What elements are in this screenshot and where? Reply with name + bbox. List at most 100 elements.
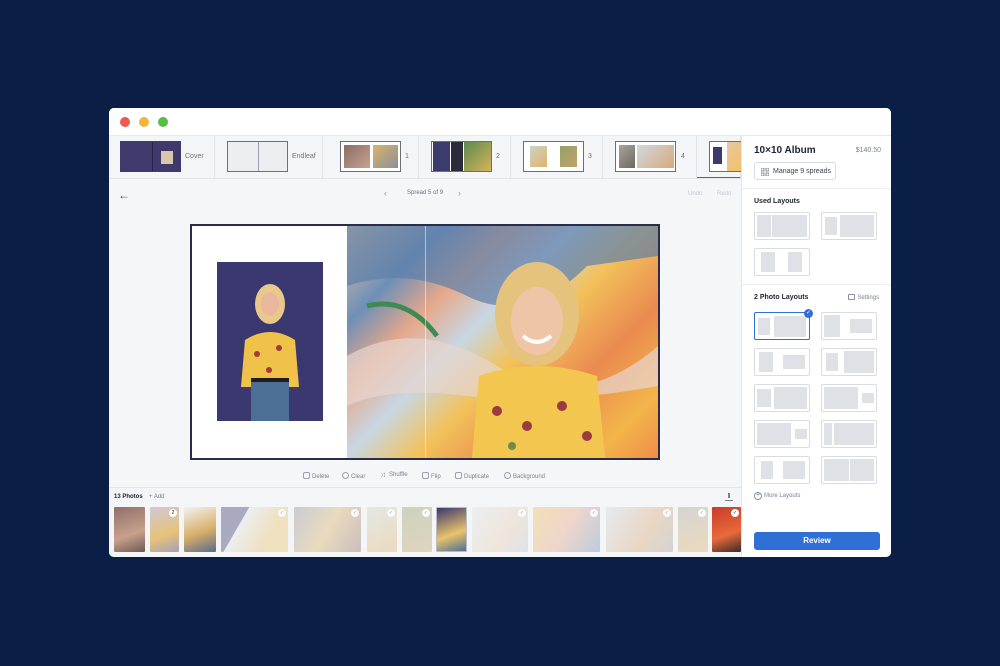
upload-icon[interactable] xyxy=(725,493,733,501)
photo-layout-option[interactable] xyxy=(821,348,877,376)
spread-label: Endleaf xyxy=(292,153,316,160)
spread-3[interactable]: 3 xyxy=(511,136,603,178)
chevron-left-icon[interactable]: ‹ xyxy=(384,188,387,198)
photo-layout-option[interactable] xyxy=(754,384,810,412)
more-layouts-label: More Layouts xyxy=(764,493,801,499)
clear-icon xyxy=(342,472,349,479)
divider xyxy=(742,284,891,285)
photo-layout-option[interactable] xyxy=(754,420,810,448)
layout-panel: 10×10 Album $140.50 Manage 9 spreads Use… xyxy=(741,136,891,557)
tray-photo[interactable]: ✓ xyxy=(606,507,673,552)
used-layout-option[interactable] xyxy=(821,212,877,240)
flip-button[interactable]: Flip xyxy=(422,472,441,480)
smiling-portrait-photo xyxy=(347,226,658,458)
tray-photo[interactable]: 2 xyxy=(150,507,179,552)
photo-layout-option[interactable] xyxy=(821,384,877,412)
spread-2-thumbnail xyxy=(431,141,492,172)
spread-label: Cover xyxy=(185,153,204,160)
tray-photo[interactable]: ✓ xyxy=(533,507,600,552)
zoom-window-button[interactable] xyxy=(158,117,168,127)
flip-label: Flip xyxy=(431,474,441,480)
photo-layout-option[interactable] xyxy=(821,456,877,484)
spread-4-thumbnail xyxy=(615,141,676,172)
duplicate-button[interactable]: Duplicate xyxy=(455,472,489,480)
spread-label: 3 xyxy=(588,153,592,160)
left-photo-frame[interactable] xyxy=(217,262,323,421)
close-window-button[interactable] xyxy=(120,117,130,127)
spread-strip: Cover Endleaf 1 2 3 4 xyxy=(109,136,741,179)
add-label: Add xyxy=(153,494,165,500)
back-arrow-icon[interactable]: ← xyxy=(118,188,130,202)
tray-photo[interactable] xyxy=(184,507,216,552)
shuffle-icon: ⤨ xyxy=(380,473,385,479)
divider xyxy=(742,188,891,189)
clear-button[interactable]: Clear xyxy=(342,472,365,480)
photo-toolbar: Delete Clear ⤨ Shuffle Flip Duplicate Bac… xyxy=(109,470,741,484)
album-title: 10×10 Album xyxy=(754,145,816,156)
spread-endleaf[interactable]: Endleaf xyxy=(215,136,323,178)
chevron-right-icon[interactable]: › xyxy=(458,188,461,198)
editor-nav: ← ‹ Spread 5 of 9 › Undo Redo xyxy=(109,179,741,209)
spread-1[interactable]: 1 xyxy=(323,136,419,178)
check-icon: ✓ xyxy=(731,509,739,517)
tray-photo[interactable]: ✓ xyxy=(294,507,361,552)
photo-layout-option-selected[interactable]: ✓ xyxy=(754,309,813,340)
tray-photo[interactable]: ✓ xyxy=(472,507,528,552)
check-icon: ✓ xyxy=(351,509,359,517)
check-icon: ✓ xyxy=(387,509,395,517)
check-icon: ✓ xyxy=(278,509,286,517)
background-button[interactable]: Background xyxy=(504,472,545,480)
photo-layouts-title: 2 Photo Layouts xyxy=(754,294,809,301)
spread-cover[interactable]: Cover xyxy=(109,136,215,178)
photo-layout-option[interactable] xyxy=(754,456,810,484)
used-layouts-title: Used Layouts xyxy=(754,198,800,205)
delete-label: Delete xyxy=(312,474,330,480)
minimize-window-button[interactable] xyxy=(139,117,149,127)
spread-2[interactable]: 2 xyxy=(419,136,511,178)
settings-label: Settings xyxy=(857,295,879,301)
tray-photo[interactable]: ✓ xyxy=(712,507,741,552)
spread-label: 4 xyxy=(681,153,685,160)
used-layout-option[interactable] xyxy=(754,212,810,240)
review-button[interactable]: Review xyxy=(754,532,880,550)
layout-settings-button[interactable]: Settings xyxy=(848,294,879,301)
portrait-photo xyxy=(217,262,323,421)
check-icon: ✓ xyxy=(698,509,706,517)
photo-layout-option[interactable] xyxy=(821,420,877,448)
spread-5-thumbnail xyxy=(709,141,741,172)
shuffle-button[interactable]: ⤨ Shuffle xyxy=(380,472,408,480)
usage-badge: 2 xyxy=(169,509,177,517)
app-window: Cover Endleaf 1 2 3 4 ← ‹ Spread 5 of 9 … xyxy=(109,108,891,557)
delete-button[interactable]: Delete xyxy=(303,472,329,480)
plus-icon: + xyxy=(754,492,762,500)
tray-photo[interactable] xyxy=(114,507,145,552)
background-label: Background xyxy=(513,474,546,480)
more-layouts-button[interactable]: + More Layouts xyxy=(754,492,800,500)
background-icon xyxy=(504,472,511,479)
used-layout-option[interactable] xyxy=(754,248,810,276)
grid-icon xyxy=(761,168,769,176)
tray-photo[interactable] xyxy=(436,507,467,552)
add-photos-button[interactable]: + Add xyxy=(149,494,165,500)
tray-photo[interactable]: ✓ xyxy=(367,507,397,552)
check-icon: ✓ xyxy=(590,509,598,517)
photos-count: 13 Photos xyxy=(114,494,143,500)
spread-label: 1 xyxy=(405,153,409,160)
tray-photo[interactable]: ✓ xyxy=(402,507,432,552)
check-icon: ✓ xyxy=(804,309,813,318)
tray-photo[interactable]: ✓ xyxy=(221,507,288,552)
shuffle-label: Shuffle xyxy=(389,472,408,478)
spread-4[interactable]: 4 xyxy=(603,136,697,178)
spread-cover-thumbnail xyxy=(120,141,181,172)
photo-layout-option[interactable] xyxy=(754,348,810,376)
photo-layout-option[interactable] xyxy=(821,312,877,340)
photo-tray: 13 Photos + Add 2 ✓ ✓ ✓ ✓ ✓ ✓ ✓ ✓ ✓ xyxy=(109,487,741,557)
spread-5-current[interactable] xyxy=(697,136,741,178)
manage-spreads-button[interactable]: Manage 9 spreads xyxy=(754,162,836,180)
tray-photo[interactable]: ✓ xyxy=(678,507,708,552)
right-page-photo[interactable] xyxy=(347,226,658,458)
spread-canvas[interactable] xyxy=(190,224,660,460)
redo-button[interactable]: Redo xyxy=(717,191,731,197)
spread-label: 2 xyxy=(496,153,500,160)
undo-button[interactable]: Undo xyxy=(688,191,702,197)
